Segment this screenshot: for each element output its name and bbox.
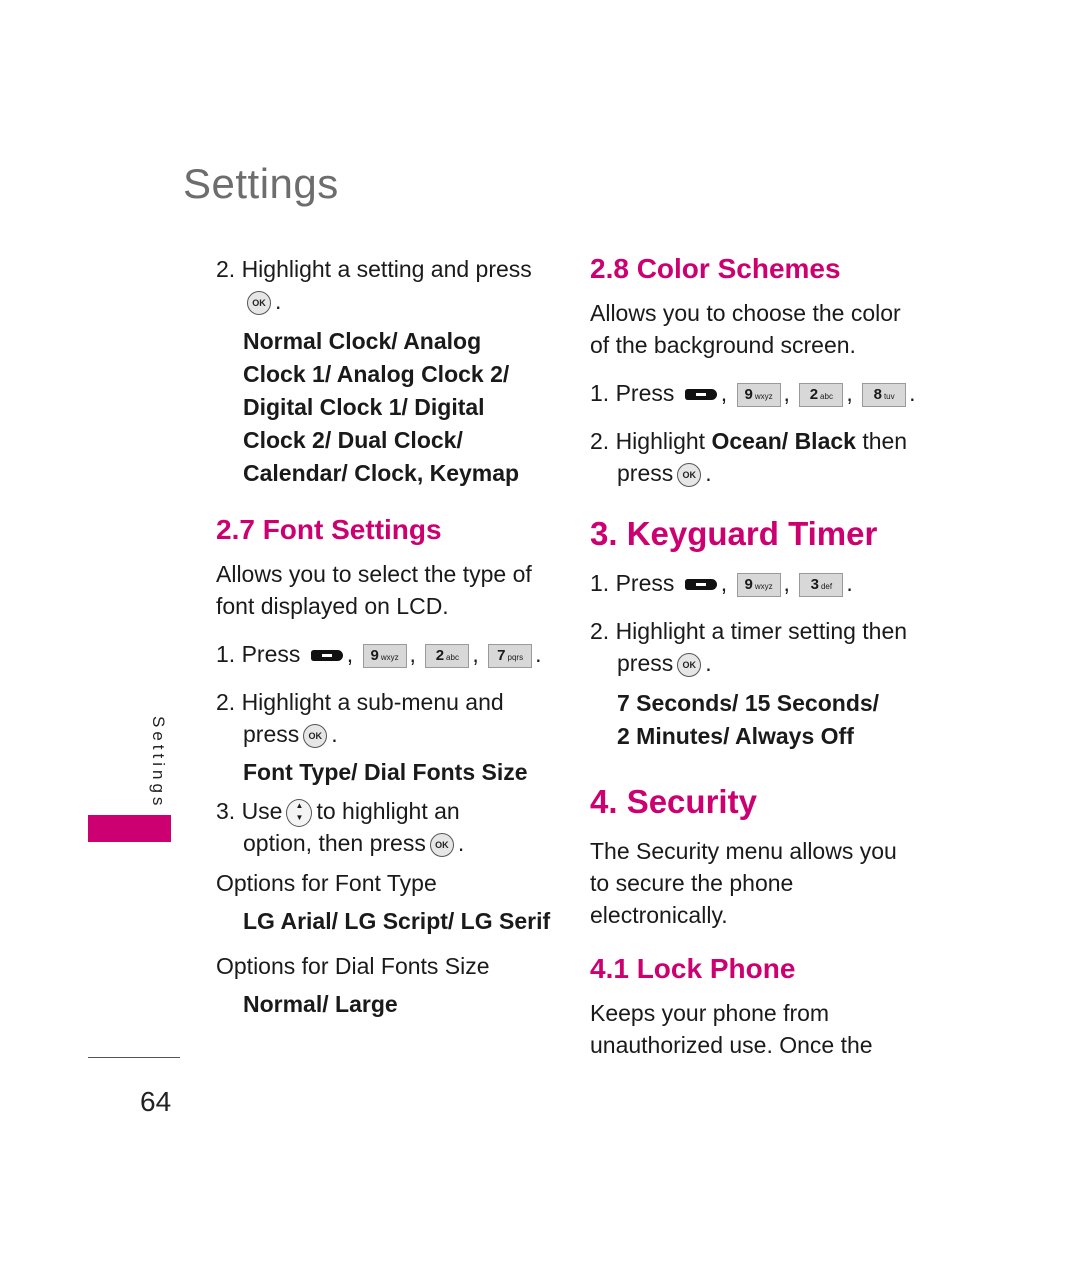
ok-key-icon: OK <box>677 652 702 677</box>
submenu-options: Font Type/ Dial Fonts Size <box>243 759 528 785</box>
step-2: 2. Highlight Ocean/ Black then <box>590 428 908 454</box>
dial-size-options: Normal/ Large <box>243 991 398 1017</box>
dial-size-label: Options for Dial Fonts Size <box>216 953 490 979</box>
section-description: Allows you to select the type of font di… <box>216 561 532 619</box>
key-3-icon: 3 def <box>799 572 844 597</box>
section-description: The Security menu allows you to secure t… <box>590 838 897 928</box>
page-title: Settings <box>183 160 339 207</box>
key-2-icon: 2 abc <box>799 382 844 407</box>
ok-key-icon: OK <box>303 723 328 748</box>
ok-key-icon: OK <box>247 290 271 315</box>
step-1: 1. Press , 9 wxyz, 3 def. <box>590 570 853 597</box>
section-heading-font-settings: 2.7 Font Settings <box>216 514 442 545</box>
step-text: 2. Highlight a setting and press <box>216 256 532 282</box>
timer-options-line-2: 2 Minutes/ Always Off <box>617 723 854 749</box>
menu-softkey-icon <box>310 650 343 662</box>
key-9-icon: 9 wxyz <box>362 643 407 668</box>
font-type-label: Options for Font Type <box>216 870 437 896</box>
nav-key-icon: ▲ ▼ <box>286 798 313 827</box>
side-tab-label: Settings <box>149 716 168 810</box>
key-8-icon: 8 tuv <box>862 382 907 407</box>
section-heading-security: 4. Security <box>590 783 757 820</box>
section-heading-color-schemes: 2.8 Color Schemes <box>590 253 841 284</box>
clock-options: Normal Clock/ Analog Clock 1/ Analog Clo… <box>243 328 520 486</box>
left-column: 2. Highlight a setting and press OK. Nor… <box>216 253 551 1021</box>
divider <box>88 1057 180 1058</box>
right-column: 2.8 Color Schemes Allows you to choose t… <box>590 253 920 1061</box>
step-3: 3. Use ▲ ▼ to highlight an <box>216 795 551 827</box>
step-2: 2. Highlight a timer setting then <box>590 618 908 644</box>
font-type-options: LG Arial/ LG Script/ LG Serif <box>243 908 551 934</box>
section-heading-keyguard-timer: 3. Keyguard Timer <box>590 515 878 552</box>
step-2: 2. Highlight a sub-menu and <box>216 689 504 715</box>
menu-softkey-icon <box>684 389 717 401</box>
key-9-icon: 9 wxyz <box>736 382 781 407</box>
timer-options-line-1: 7 Seconds/ 15 Seconds/ <box>617 690 880 716</box>
step-1: 1. Press , 9 wxyz, 2 abc, 7 pqrs. <box>216 641 542 668</box>
side-tab-marker <box>88 815 171 842</box>
key-7-icon: 7 pqrs <box>488 643 533 668</box>
key-9-icon: 9 wxyz <box>736 572 781 597</box>
menu-softkey-icon <box>684 579 717 591</box>
page-number: 64 <box>140 1086 172 1117</box>
ok-key-icon: OK <box>429 832 454 857</box>
step-1: 1. Press , 9 wxyz, 2 abc, 8 tuv. <box>590 380 916 407</box>
section-heading-lock-phone: 4.1 Lock Phone <box>590 953 796 984</box>
section-description: Keeps your phone from unauthorized use. … <box>590 1000 873 1058</box>
ok-key-icon: OK <box>677 462 702 487</box>
section-description: Allows you to choose the color of the ba… <box>590 300 901 358</box>
key-2-icon: 2 abc <box>425 643 470 668</box>
